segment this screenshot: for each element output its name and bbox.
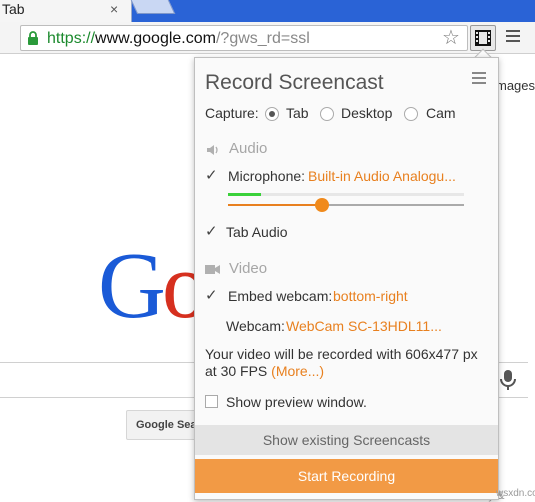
mic-volume-handle[interactable] xyxy=(315,198,330,212)
capture-desktop-label[interactable]: Desktop xyxy=(341,105,392,121)
browser-menu-icon[interactable] xyxy=(506,30,520,45)
tab-strip: Tab × xyxy=(0,0,535,22)
embed-webcam-position[interactable]: bottom-right xyxy=(333,288,408,304)
address-bar[interactable]: https://www.google.com/?gws_rd=ssl ☆ xyxy=(20,25,468,51)
capture-tab-radio[interactable] xyxy=(265,107,279,121)
preview-window-checkbox[interactable] xyxy=(205,395,218,408)
info-text-line2: at 30 FPS (More...) xyxy=(205,363,324,379)
tab-title: Tab xyxy=(2,1,25,17)
mic-volume-fill xyxy=(228,204,323,206)
microphone-icon[interactable] xyxy=(500,369,516,391)
show-existing-screencasts-button[interactable]: Show existing Screencasts xyxy=(195,425,498,455)
speaker-icon xyxy=(207,145,218,155)
url-text: https://www.google.com/?gws_rd=ssl xyxy=(47,29,310,49)
record-screencast-popup: Record Screencast Capture: Tab Desktop C… xyxy=(194,57,499,500)
webcam-select[interactable]: WebCam SC-13HDL11... xyxy=(286,318,442,334)
more-link[interactable]: (More...) xyxy=(271,363,324,379)
tab-audio-label: Tab Audio xyxy=(226,224,288,240)
logo-letter-g: G xyxy=(98,234,166,338)
embed-webcam-label: Embed webcam: xyxy=(228,288,333,304)
microphone-select[interactable]: Built-in Audio Analogu... xyxy=(308,168,456,184)
tab-audio-checkbox[interactable]: ✓ xyxy=(205,224,218,240)
microphone-checkbox[interactable]: ✓ xyxy=(205,168,218,184)
capture-tab-label[interactable]: Tab xyxy=(286,105,309,121)
tab-close-icon[interactable]: × xyxy=(110,1,118,17)
microphone-label: Microphone: xyxy=(228,168,306,184)
watermark-text: wsxdn.com xyxy=(496,488,535,499)
film-icon xyxy=(475,30,491,46)
webcam-label: Webcam: xyxy=(226,318,285,334)
capture-desktop-radio[interactable] xyxy=(320,107,334,121)
popup-title: Record Screencast xyxy=(205,71,384,94)
audio-heading: Audio xyxy=(229,140,268,157)
popup-menu-icon[interactable] xyxy=(472,72,486,87)
bookmark-star-icon[interactable]: ☆ xyxy=(442,27,460,49)
browser-toolbar: https://www.google.com/?gws_rd=ssl ☆ xyxy=(0,22,535,54)
new-tab-button[interactable] xyxy=(130,0,176,14)
browser-tab[interactable]: Tab × xyxy=(0,0,132,22)
url-scheme: https:// xyxy=(47,30,96,47)
mic-volume-slider[interactable] xyxy=(228,198,464,212)
video-heading: Video xyxy=(229,260,268,277)
capture-cam-radio[interactable] xyxy=(404,107,418,121)
images-link[interactable]: mages xyxy=(496,78,535,93)
start-recording-button[interactable]: Start Recording xyxy=(195,459,498,493)
lock-icon xyxy=(28,31,38,45)
info-text-line1: Your video will be recorded with 606x477… xyxy=(205,346,478,362)
video-camera-icon xyxy=(205,265,220,274)
fps-text: at 30 FPS xyxy=(205,363,268,379)
url-host: www.google.com xyxy=(95,30,216,47)
mic-level-meter xyxy=(228,193,464,196)
preview-window-label: Show preview window. xyxy=(226,394,367,410)
embed-webcam-checkbox[interactable]: ✓ xyxy=(205,288,218,304)
capture-label: Capture: xyxy=(205,105,259,121)
screencast-extension-button[interactable] xyxy=(470,25,496,51)
capture-cam-label[interactable]: Cam xyxy=(426,105,456,121)
mic-level-fill xyxy=(228,193,262,196)
google-logo: Go xyxy=(98,234,209,338)
url-path: /?gws_rd=ssl xyxy=(215,30,310,47)
